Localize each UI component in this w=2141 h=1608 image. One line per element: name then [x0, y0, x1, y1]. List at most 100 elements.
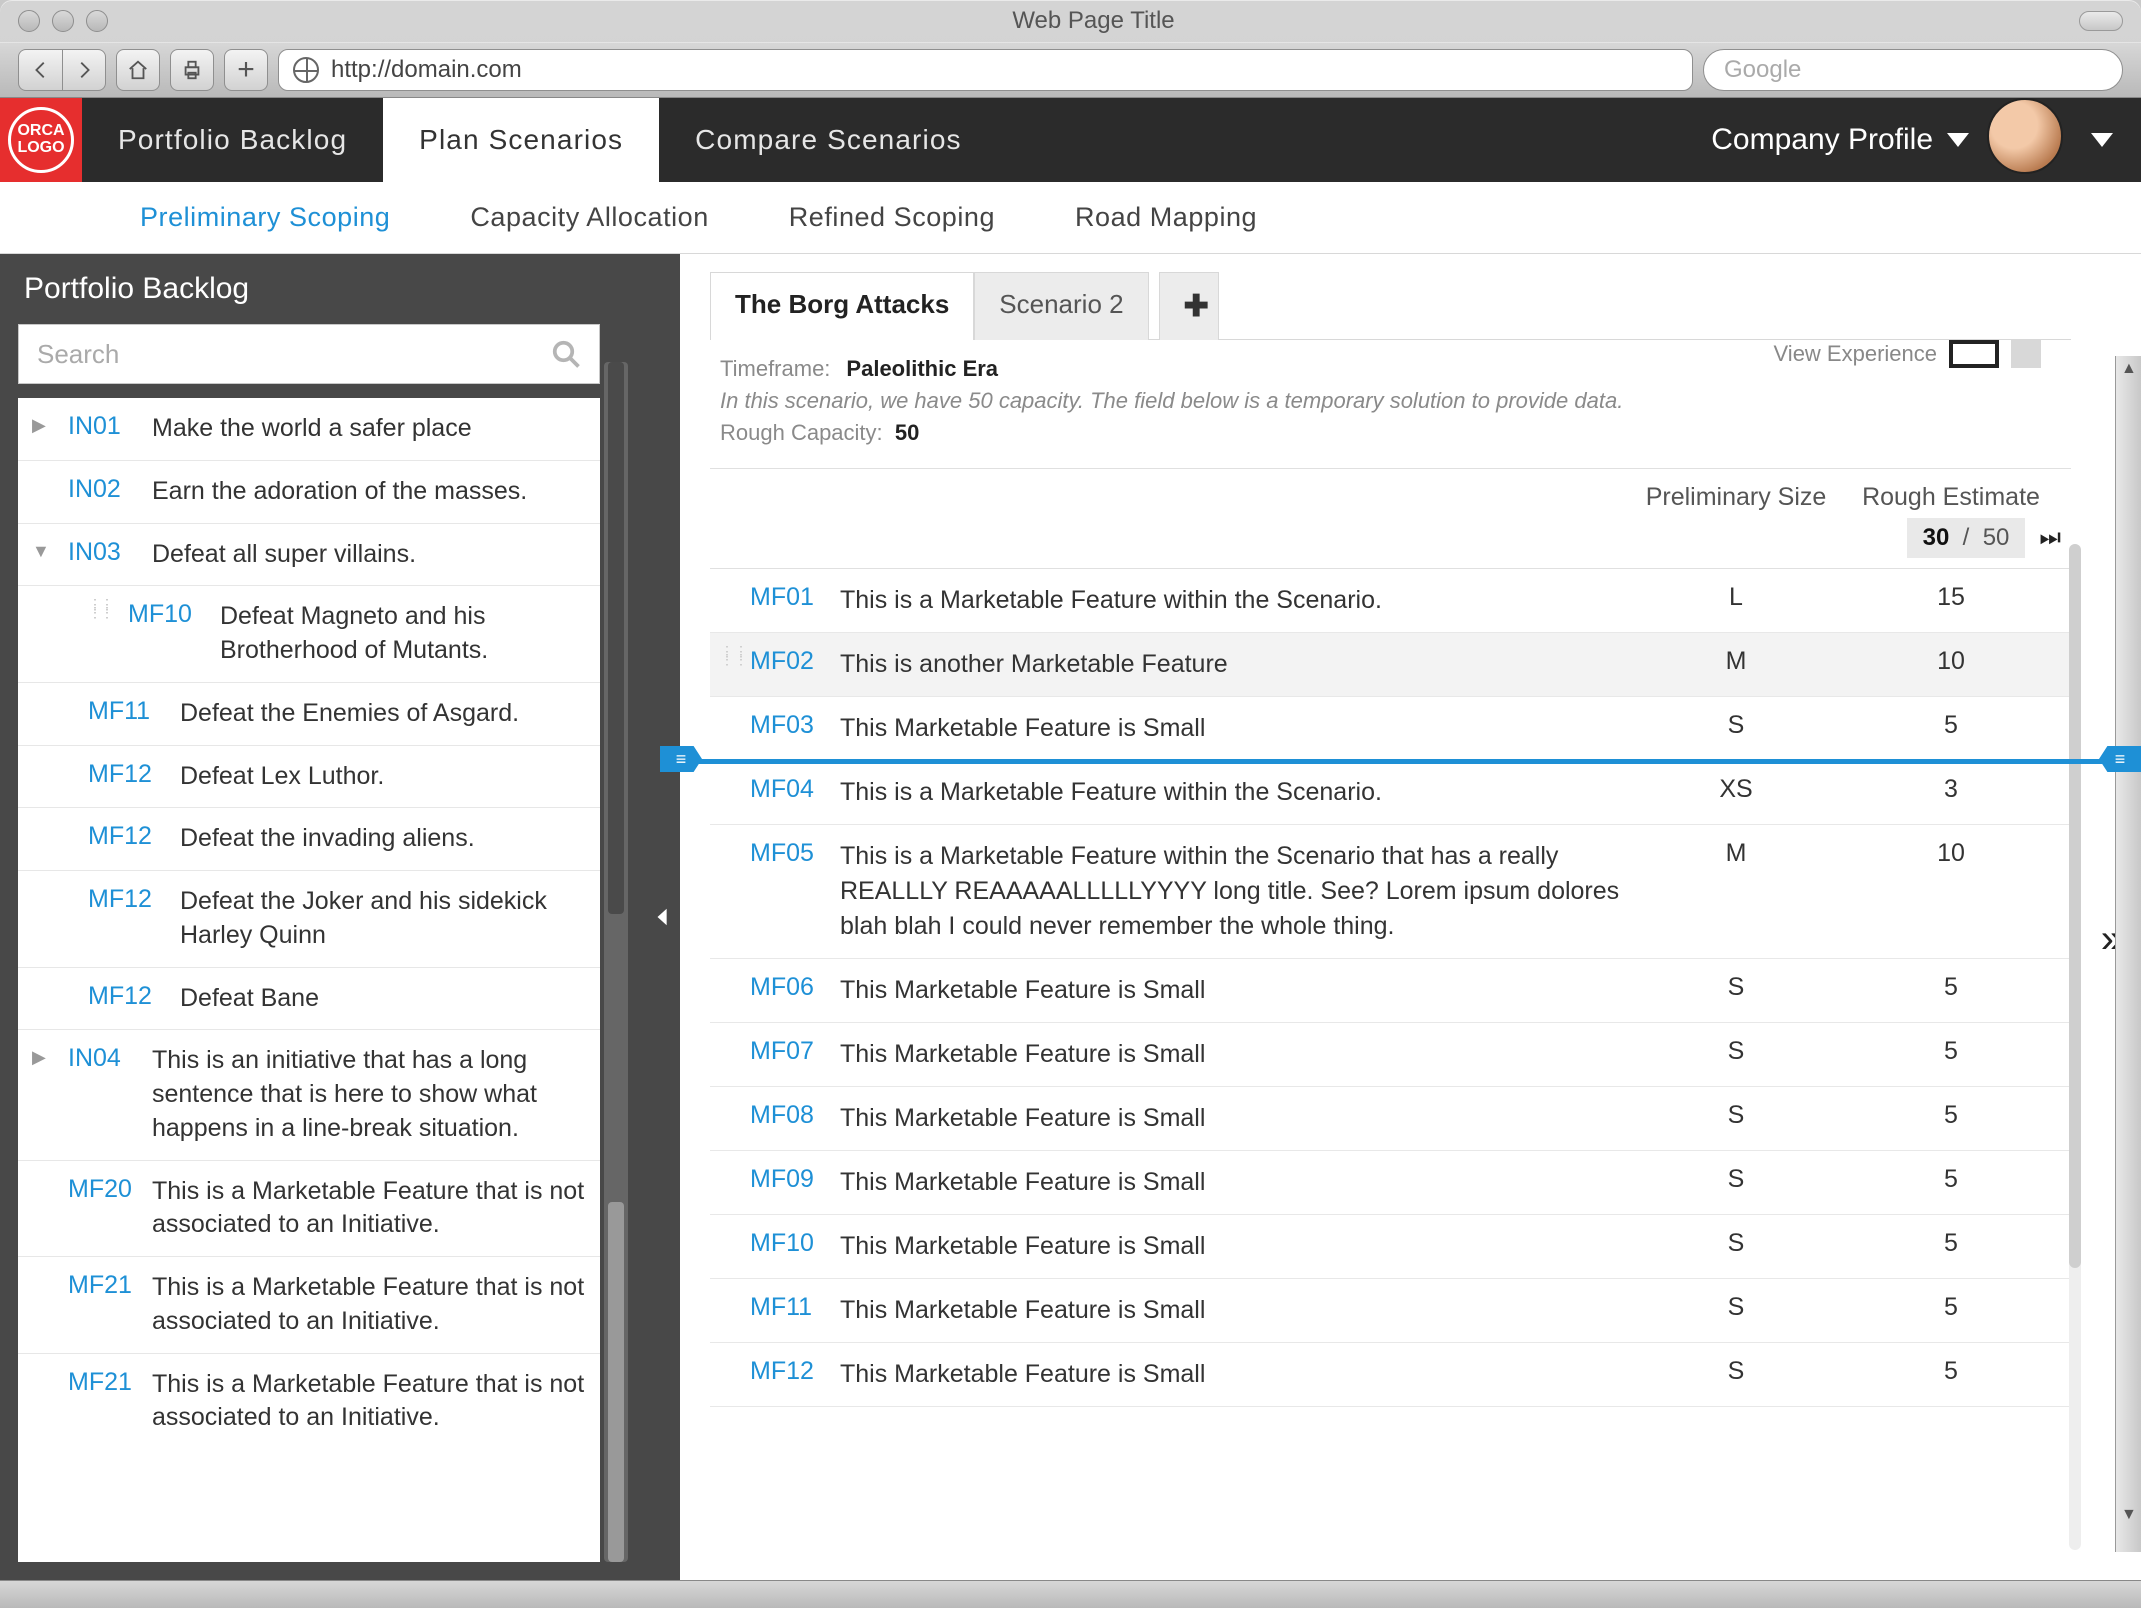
user-menu[interactable] — [2063, 98, 2141, 182]
item-text: Defeat the invading aliens. — [180, 822, 586, 856]
home-button[interactable] — [116, 49, 160, 91]
feature-estimate: 5 — [1841, 973, 2061, 1002]
item-code: MF12 — [88, 982, 166, 1011]
feature-code[interactable]: MF08 — [750, 1101, 840, 1130]
view-experience-toggle[interactable]: View Experience — [1774, 340, 2041, 368]
feature-size: S — [1631, 1037, 1841, 1066]
os-scrollbar[interactable]: ▲▼ — [2115, 356, 2141, 1552]
sidebar-item[interactable]: MF12 Defeat Bane — [18, 967, 600, 1030]
feature-row[interactable]: MF12 This Marketable Feature is Small S … — [710, 1343, 2071, 1407]
sub-nav-refined-scoping[interactable]: Refined Scoping — [789, 202, 995, 233]
feature-title: This is a Marketable Feature within the … — [840, 839, 1631, 944]
expander-icon[interactable]: ▶ — [32, 1047, 54, 1068]
drag-handle-icon[interactable]: ⋮⋮⋮⋮ — [88, 600, 112, 616]
scenario-tab[interactable]: The Borg Attacks — [710, 272, 974, 340]
fast-forward-icon[interactable]: ⏭ — [2039, 524, 2061, 552]
sidebar-item[interactable]: MF21 This is a Marketable Feature that i… — [18, 1353, 600, 1450]
address-bar[interactable]: http://domain.com — [278, 49, 1693, 91]
feature-estimate: 5 — [1841, 711, 2061, 740]
feature-code[interactable]: MF04 — [750, 775, 840, 804]
capacity-cut-line[interactable]: ≡≡ — [710, 756, 2071, 766]
feature-row[interactable]: MF07 This Marketable Feature is Small S … — [710, 1023, 2071, 1087]
sidebar-search-input[interactable]: Search — [18, 324, 600, 384]
scenario-tab[interactable]: Scenario 2 — [974, 272, 1148, 340]
url-text: http://domain.com — [331, 56, 522, 84]
main-scrollbar[interactable] — [2069, 544, 2081, 1550]
feature-code[interactable]: MF02 — [750, 647, 840, 676]
sidebar-item[interactable]: MF21 This is a Marketable Feature that i… — [18, 1256, 600, 1353]
sidebar-scrollbar[interactable] — [604, 362, 628, 1562]
feature-title: This Marketable Feature is Small — [840, 1229, 1631, 1264]
add-tab-button[interactable]: + — [224, 49, 268, 91]
feature-row[interactable]: MF11 This Marketable Feature is Small S … — [710, 1279, 2071, 1343]
sidebar-collapse-button[interactable] — [646, 254, 680, 1580]
item-code: MF21 — [68, 1368, 138, 1397]
feature-code[interactable]: MF03 — [750, 711, 840, 740]
os-status-bar — [0, 1580, 2141, 1608]
feature-row[interactable]: MF01 This is a Marketable Feature within… — [710, 569, 2071, 633]
item-text: Defeat the Enemies of Asgard. — [180, 697, 586, 731]
company-profile-menu[interactable]: Company Profile — [1693, 98, 1987, 182]
nav-tab-compare-scenarios[interactable]: Compare Scenarios — [659, 98, 998, 182]
browser-search-input[interactable]: Google — [1703, 49, 2123, 91]
close-window-button[interactable] — [18, 10, 40, 32]
avatar[interactable] — [1987, 98, 2063, 174]
sub-nav-road-mapping[interactable]: Road Mapping — [1075, 202, 1257, 233]
feature-row[interactable]: MF10 This Marketable Feature is Small S … — [710, 1215, 2071, 1279]
item-code: MF12 — [88, 822, 166, 851]
item-text: This is a Marketable Feature that is not… — [152, 1175, 586, 1243]
sub-nav-preliminary-scoping[interactable]: Preliminary Scoping — [140, 202, 390, 233]
feature-title: This Marketable Feature is Small — [840, 711, 1631, 746]
sub-nav-capacity-allocation[interactable]: Capacity Allocation — [470, 202, 708, 233]
feature-row[interactable]: MF09 This Marketable Feature is Small S … — [710, 1151, 2071, 1215]
sidebar-item[interactable]: MF12 Defeat the Joker and his sidekick H… — [18, 870, 600, 967]
sidebar-item[interactable]: MF11 Defeat the Enemies of Asgard. — [18, 682, 600, 745]
feature-code[interactable]: MF01 — [750, 583, 840, 612]
feature-code[interactable]: MF07 — [750, 1037, 840, 1066]
expander-icon[interactable]: ▼ — [32, 541, 54, 562]
sidebar-item[interactable]: ▶ IN04 This is an initiative that has a … — [18, 1029, 600, 1159]
feature-row[interactable]: MF05 This is a Marketable Feature within… — [710, 825, 2071, 959]
feature-title: This Marketable Feature is Small — [840, 1165, 1631, 1200]
sidebar-item[interactable]: ▶ IN01 Make the world a safer place — [18, 398, 600, 460]
expander-icon[interactable]: ▶ — [32, 415, 54, 436]
feature-row[interactable]: MF08 This Marketable Feature is Small S … — [710, 1087, 2071, 1151]
feature-row[interactable]: MF04 This is a Marketable Feature within… — [710, 761, 2071, 825]
nav-tab-plan-scenarios[interactable]: Plan Scenarios — [383, 98, 659, 182]
chevron-down-icon — [1947, 133, 1969, 147]
feature-estimate: 3 — [1841, 775, 2061, 804]
feature-size: XS — [1631, 775, 1841, 804]
feature-code[interactable]: MF12 — [750, 1357, 840, 1386]
feature-code[interactable]: MF09 — [750, 1165, 840, 1194]
feature-code[interactable]: MF10 — [750, 1229, 840, 1258]
zoom-window-button[interactable] — [86, 10, 108, 32]
toggle-icon — [1949, 340, 1999, 368]
back-button[interactable] — [18, 49, 62, 91]
sidebar-item[interactable]: MF12 Defeat the invading aliens. — [18, 807, 600, 870]
minimize-window-button[interactable] — [52, 10, 74, 32]
feature-code[interactable]: MF11 — [750, 1293, 840, 1322]
toolbar-pill-button[interactable] — [2079, 11, 2123, 31]
app-logo[interactable]: ORCA LOGO — [0, 98, 82, 182]
item-code: IN03 — [68, 538, 138, 567]
feature-row[interactable]: MF03 This Marketable Feature is Small S … — [710, 697, 2071, 761]
sidebar-item[interactable]: IN02 Earn the adoration of the masses. — [18, 460, 600, 523]
print-button[interactable] — [170, 49, 214, 91]
col-preliminary-size: Preliminary Size — [1631, 483, 1841, 512]
sidebar-item[interactable]: MF20 This is a Marketable Feature that i… — [18, 1160, 600, 1257]
drag-handle-icon[interactable]: ⋮⋮⋮⋮ — [720, 647, 750, 663]
cut-handle-left[interactable]: ≡ — [660, 746, 702, 772]
add-scenario-button[interactable]: ✚ — [1159, 272, 1219, 340]
sidebar-item[interactable]: MF12 Defeat Lex Luthor. — [18, 745, 600, 808]
feature-row[interactable]: ⋮⋮⋮⋮ MF02 This is another Marketable Fea… — [710, 633, 2071, 697]
item-code: IN02 — [68, 475, 138, 504]
sidebar-item[interactable]: ▼ IN03 Defeat all super villains. — [18, 523, 600, 586]
feature-row[interactable]: MF06 This Marketable Feature is Small S … — [710, 959, 2071, 1023]
forward-button[interactable] — [62, 49, 106, 91]
feature-code[interactable]: MF05 — [750, 839, 840, 868]
nav-tab-portfolio-backlog[interactable]: Portfolio Backlog — [82, 98, 383, 182]
feature-code[interactable]: MF06 — [750, 973, 840, 1002]
sidebar-item[interactable]: ⋮⋮⋮⋮ MF10 Defeat Magneto and his Brother… — [18, 585, 600, 682]
app-top-nav: ORCA LOGO Portfolio BacklogPlan Scenario… — [0, 98, 2141, 182]
cut-handle-right[interactable]: ≡ — [2099, 746, 2141, 772]
